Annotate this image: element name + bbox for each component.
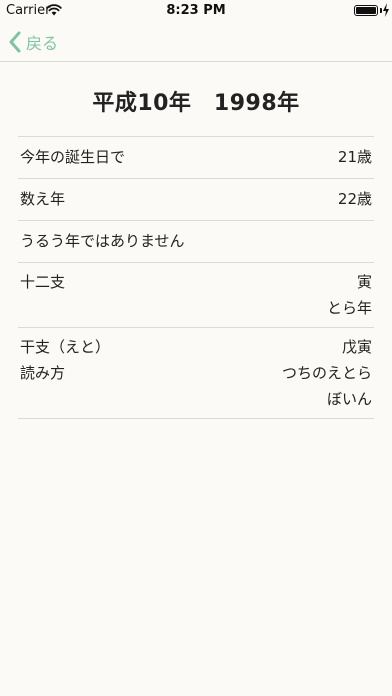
row-reading-label: 読み方 xyxy=(20,364,66,382)
battery-icon xyxy=(354,5,378,16)
info-table: 今年の誕生日で 21歳 数え年 22歳 うるう年ではありません 十二支 寅 とら… xyxy=(18,136,374,419)
row-value-reading: つちのえとら xyxy=(281,364,372,382)
screen: Carrier 8:23 PM 戻る 平成10年 1998年 今年の誕生日で 2… xyxy=(0,0,392,696)
back-label: 戻る xyxy=(26,34,59,53)
row-value: 22歳 xyxy=(337,190,372,208)
row-leap-year: うるう年ではありません xyxy=(18,221,374,263)
page-title: 平成10年 1998年 xyxy=(92,91,300,116)
row-value-reading: ぼいん xyxy=(326,390,372,408)
row-value: 寅 xyxy=(356,273,372,291)
row-value: 21歳 xyxy=(337,148,372,166)
battery-fill xyxy=(356,7,376,14)
row-label: 十二支 xyxy=(20,273,66,291)
row-eto: 干支（えと） 読み方 戊寅 つちのえとら ぼいん xyxy=(18,328,374,419)
row-birthday-age: 今年の誕生日で 21歳 xyxy=(18,137,374,179)
row-value-reading: とら年 xyxy=(326,299,372,317)
row-label: 干支（えと） xyxy=(20,338,111,356)
row-label: 今年の誕生日で xyxy=(20,148,126,166)
row-junishi: 十二支 寅 とら年 xyxy=(18,263,374,328)
content: 平成10年 1998年 今年の誕生日で 21歳 数え年 22歳 うるう年ではあり… xyxy=(0,62,392,419)
row-kazoedoshi: 数え年 22歳 xyxy=(18,179,374,221)
status-time: 8:23 PM xyxy=(166,3,226,18)
charging-icon xyxy=(383,3,389,17)
row-value: 戊寅 xyxy=(341,338,372,356)
chevron-left-icon xyxy=(9,31,21,53)
row-label: うるう年ではありません xyxy=(20,232,185,250)
status-bar: Carrier 8:23 PM xyxy=(0,0,392,22)
navigation-bar: 戻る xyxy=(0,22,392,62)
row-label: 数え年 xyxy=(20,190,66,208)
back-button[interactable]: 戻る xyxy=(8,28,58,56)
